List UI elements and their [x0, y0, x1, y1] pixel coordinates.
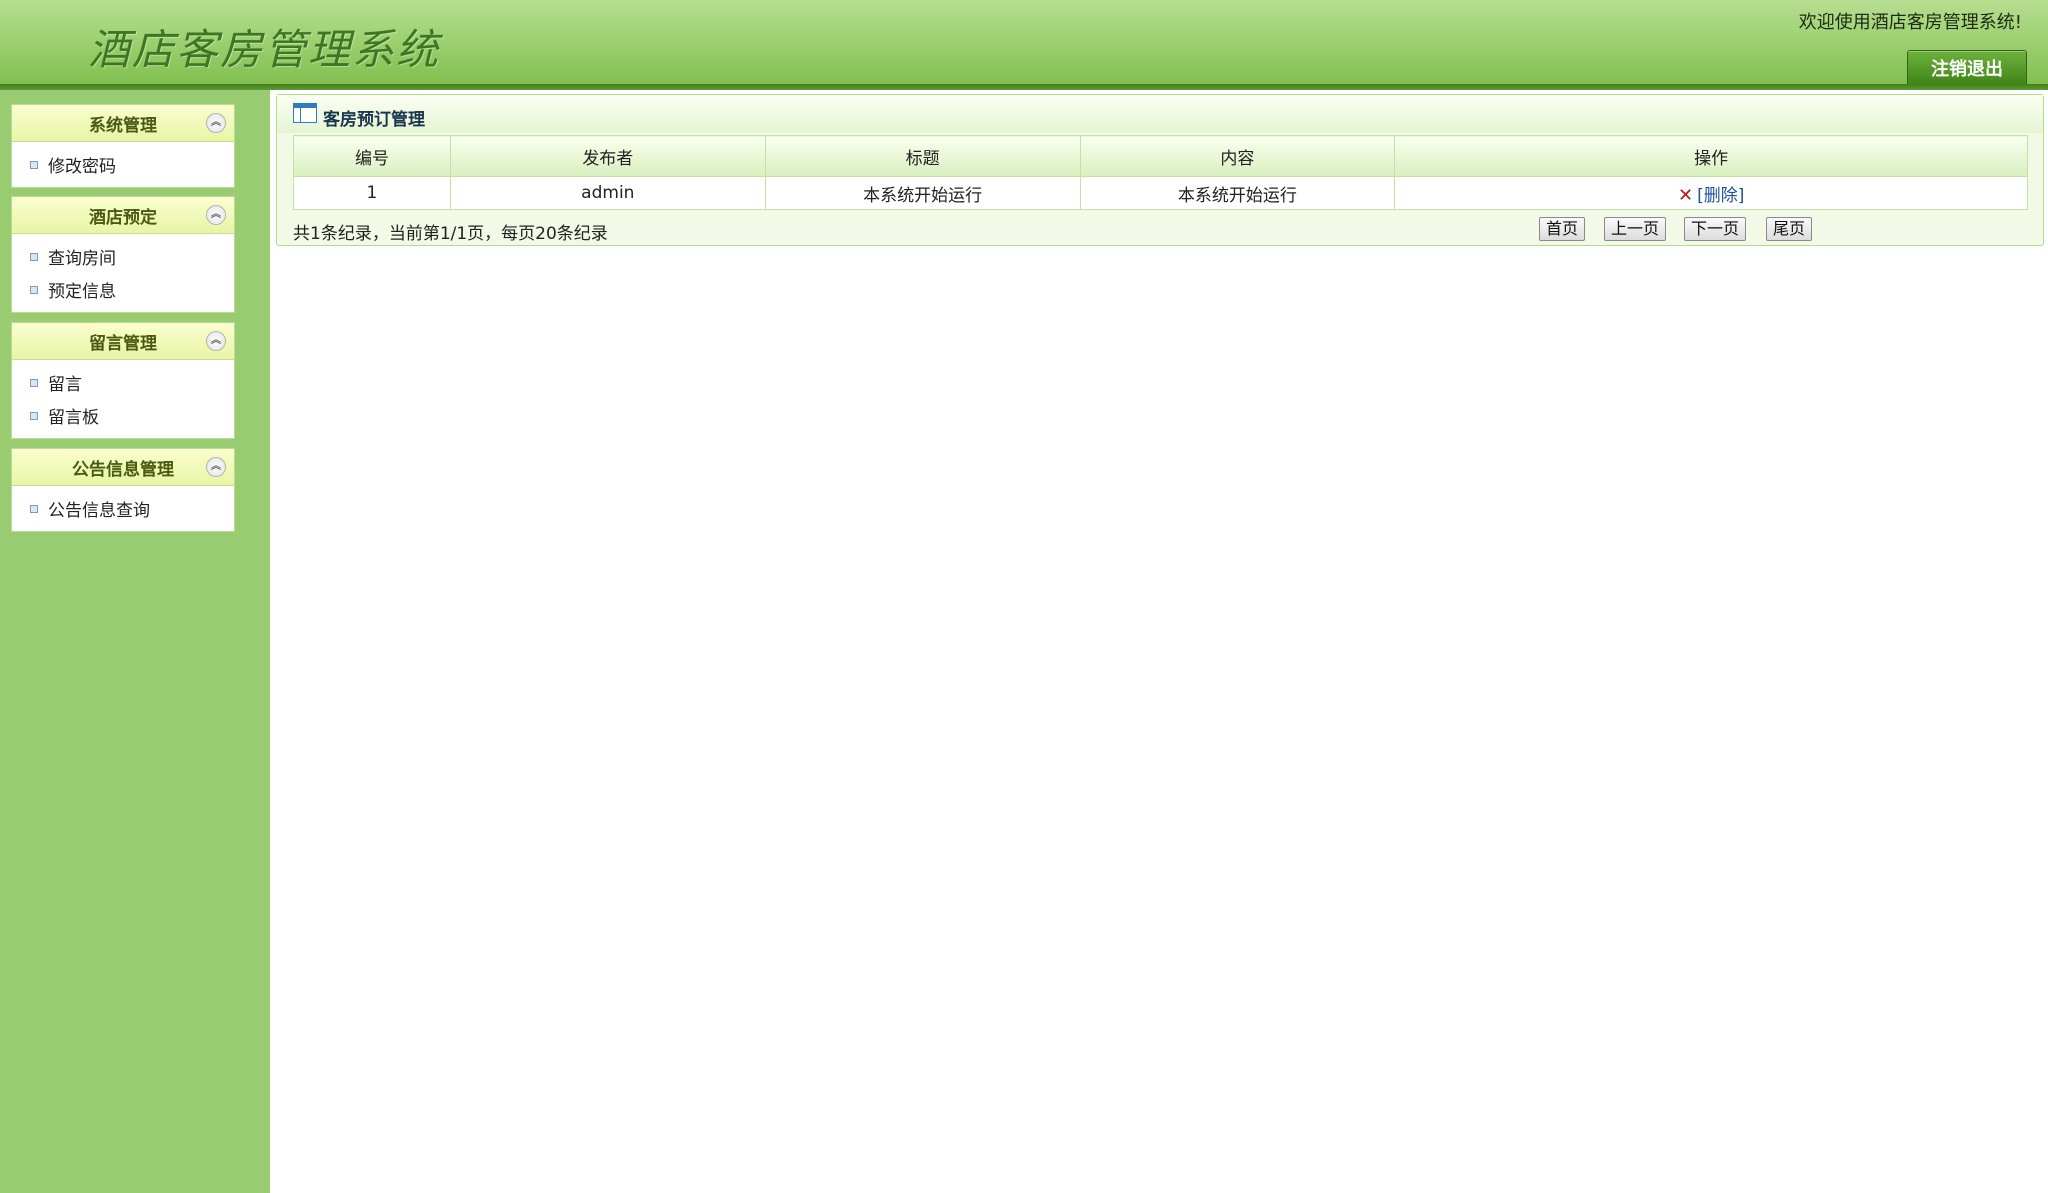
sidebar-item-label: 查询房间	[48, 249, 116, 269]
chevron-double-up-icon[interactable]: ︽	[206, 113, 226, 133]
column-header-id: 编号	[293, 135, 451, 177]
cell-publisher: admin	[449, 176, 766, 210]
pager-summary: 共1条纪录，当前第1/1页，每页20条纪录	[293, 224, 608, 244]
square-bullet-icon	[30, 160, 38, 169]
column-header-content: 内容	[1079, 135, 1396, 177]
sidebar-item-message-board[interactable]: 留言板	[12, 399, 234, 432]
last-page-button[interactable]: 尾页	[1766, 217, 1813, 241]
delete-link[interactable]: [删除]	[1697, 186, 1744, 206]
menu-header-label: 酒店预定	[89, 207, 157, 228]
menu-header-label: 留言管理	[89, 333, 157, 354]
square-bullet-icon	[30, 504, 38, 513]
chevron-double-up-icon[interactable]: ︽	[206, 457, 226, 477]
menu-group-messages: 留言管理 ︽ 留言 留言板	[11, 322, 235, 439]
panel-title-bar: 客房预订管理	[277, 95, 2043, 133]
cell-id: 1	[293, 176, 451, 210]
booking-panel: 客房预订管理 编号 发布者 标题 内容 操作 1 admin 本系统开始运行 本…	[276, 94, 2044, 246]
column-header-publisher: 发布者	[449, 135, 766, 177]
menu-group-announcements: 公告信息管理 ︽ 公告信息查询	[11, 448, 235, 532]
sidebar-item-label: 预定信息	[48, 282, 116, 302]
table-row: 1 admin 本系统开始运行 本系统开始运行 ✕ [删除]	[293, 176, 2028, 210]
cell-content: 本系统开始运行	[1079, 176, 1396, 210]
chevron-double-up-icon[interactable]: ︽	[206, 331, 226, 351]
sidebar-item-search-rooms[interactable]: 查询房间	[12, 240, 234, 273]
logout-button[interactable]: 注销退出	[1907, 50, 2027, 86]
sidebar-item-change-password[interactable]: 修改密码	[12, 148, 234, 181]
welcome-text: 欢迎使用酒店客房管理系统!	[1798, 12, 2022, 33]
square-bullet-icon	[30, 285, 38, 294]
chevron-double-up-icon[interactable]: ︽	[206, 205, 226, 225]
sidebar-item-label: 公告信息查询	[48, 501, 150, 521]
square-bullet-icon	[30, 378, 38, 387]
sidebar-item-booking-info[interactable]: 预定信息	[12, 273, 234, 306]
menu-header-hotel-booking[interactable]: 酒店预定 ︽	[12, 197, 234, 234]
sidebar-item-label: 修改密码	[48, 157, 116, 177]
sidebar-item-label: 留言	[48, 375, 82, 395]
sidebar-item-label: 留言板	[48, 408, 99, 428]
menu-header-label: 公告信息管理	[72, 459, 174, 480]
app-title: 酒店客房管理系统	[88, 25, 441, 74]
sidebar-item-message[interactable]: 留言	[12, 366, 234, 399]
menu-header-announcements[interactable]: 公告信息管理 ︽	[12, 449, 234, 486]
next-page-button[interactable]: 下一页	[1684, 217, 1747, 241]
booking-table: 编号 发布者 标题 内容 操作 1 admin 本系统开始运行 本系统开始运行 …	[293, 135, 2028, 210]
sidebar: 系统管理 ︽ 修改密码 酒店预定 ︽ 查询房间 预定信息 留言管理 ︽ 留言 留…	[0, 90, 270, 1193]
menu-group-system: 系统管理 ︽ 修改密码	[11, 104, 235, 188]
header-bar: 酒店客房管理系统 欢迎使用酒店客房管理系统! 注销退出	[0, 0, 2048, 86]
cell-title: 本系统开始运行	[764, 176, 1081, 210]
sidebar-item-announcement-query[interactable]: 公告信息查询	[12, 492, 234, 525]
menu-header-system[interactable]: 系统管理 ︽	[12, 105, 234, 142]
panel-title: 客房预订管理	[323, 110, 425, 130]
cell-action: ✕ [删除]	[1394, 176, 2028, 210]
first-page-button[interactable]: 首页	[1539, 217, 1586, 241]
table-header-row: 编号 发布者 标题 内容 操作	[293, 135, 2028, 177]
red-x-icon[interactable]: ✕	[1678, 185, 1693, 206]
main-content: 客房预订管理 编号 发布者 标题 内容 操作 1 admin 本系统开始运行 本…	[270, 90, 2048, 1193]
menu-header-messages[interactable]: 留言管理 ︽	[12, 323, 234, 360]
column-header-action: 操作	[1394, 135, 2028, 177]
prev-page-button[interactable]: 上一页	[1604, 217, 1667, 241]
menu-group-hotel-booking: 酒店预定 ︽ 查询房间 预定信息	[11, 196, 235, 313]
square-bullet-icon	[30, 252, 38, 261]
square-bullet-icon	[30, 411, 38, 420]
column-header-title: 标题	[764, 135, 1081, 177]
table-icon	[293, 103, 317, 123]
menu-header-label: 系统管理	[89, 115, 157, 136]
